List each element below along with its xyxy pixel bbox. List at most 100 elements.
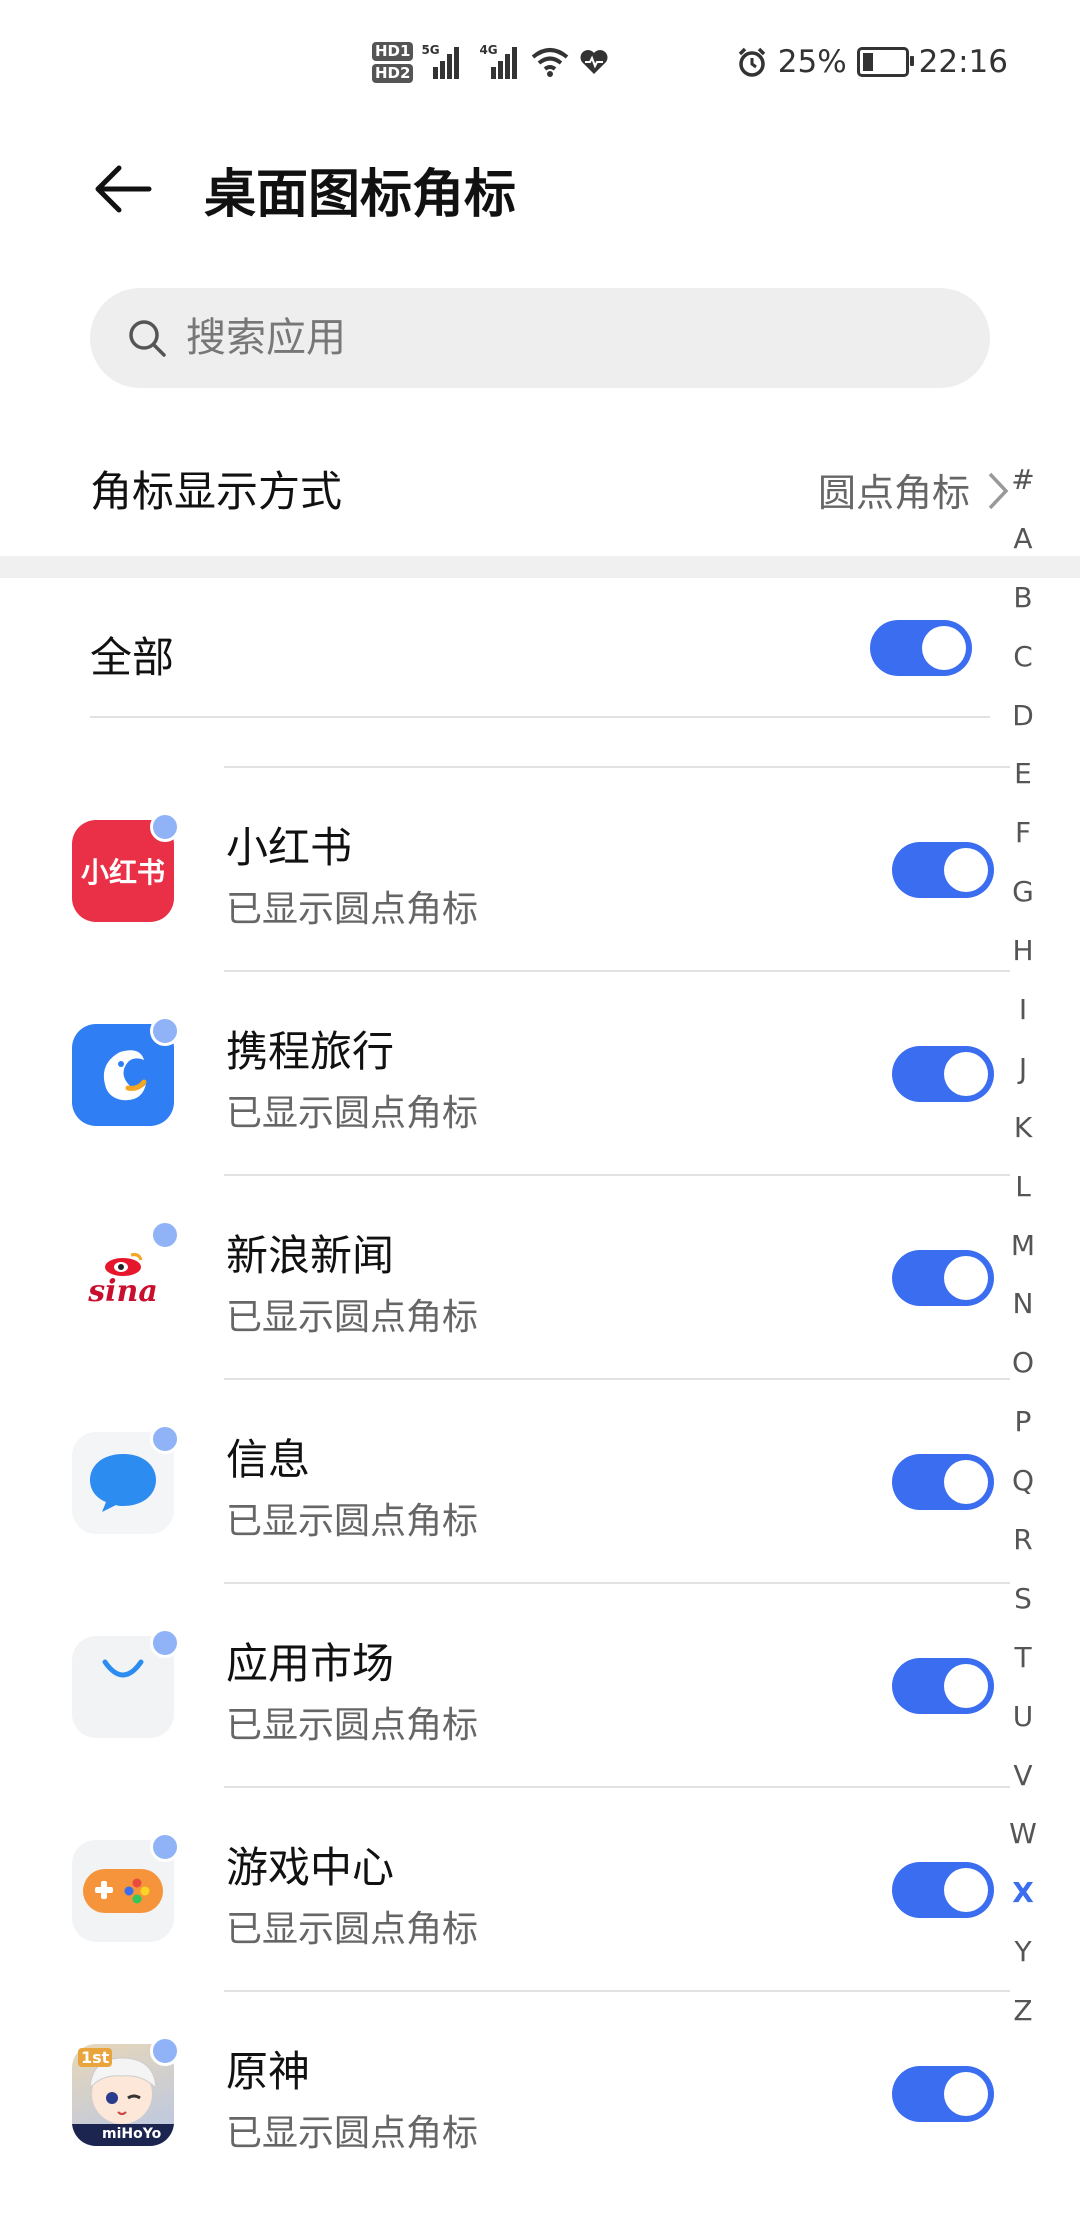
alpha-index-letter[interactable]: V [1000, 1758, 1046, 1817]
app-badge-toggle[interactable] [892, 1250, 994, 1306]
app-row-appgallery[interactable]: 应用市场 已显示圆点角标 [0, 1582, 1010, 1786]
badge-dot [150, 1220, 180, 1250]
xiaohongshu-icon: 小红书 [72, 812, 180, 922]
app-badge-status: 已显示圆点角标 [226, 1705, 479, 1746]
alpha-index-letter[interactable]: X [1000, 1875, 1046, 1934]
app-name: 携程旅行 [226, 1027, 395, 1076]
alpha-index-letter[interactable]: D [1000, 698, 1046, 757]
all-apps-toggle[interactable] [870, 620, 972, 676]
app-badge-status: 已显示圆点角标 [226, 889, 479, 930]
status-bar-left: HD1 HD2 5G 4G [372, 34, 609, 90]
network-type-2: 4G [479, 43, 498, 57]
row-separator [224, 970, 1010, 972]
app-row-game-center[interactable]: 游戏中心 已显示圆点角标 [0, 1786, 1010, 1990]
status-bar-right: 25% 22:16 [736, 38, 1008, 86]
alpha-index-letter[interactable]: # [1000, 462, 1046, 521]
messages-icon [72, 1424, 180, 1534]
alpha-index-letter[interactable]: J [1000, 1051, 1046, 1110]
appgallery-icon [72, 1628, 180, 1738]
badge-dot [150, 2036, 180, 2066]
dolphin-icon [103, 1050, 147, 1101]
genshin-brand-text: miHoYo [102, 2126, 162, 2142]
battery-percent: 25% [777, 44, 847, 80]
chat-bubble-icon [90, 1454, 156, 1512]
xiaohongshu-logo-text: 小红书 [80, 856, 165, 889]
alpha-index-letter[interactable]: O [1000, 1345, 1046, 1404]
app-badge-status: 已显示圆点角标 [226, 1909, 479, 1950]
game-center-icon [72, 1832, 180, 1942]
hd2-indicator: HD2 [372, 63, 414, 83]
row-separator [224, 1582, 1010, 1584]
app-badge-toggle[interactable] [892, 2066, 994, 2122]
badge-dot [150, 1832, 180, 1862]
app-badge-toggle[interactable] [892, 1454, 994, 1510]
app-row-genshin[interactable]: 1st miHoYo 原神 已显示圆点角标 [0, 1990, 1010, 2194]
alpha-index-letter[interactable]: T [1000, 1640, 1046, 1699]
alpha-index-letter[interactable]: F [1000, 815, 1046, 874]
app-badge-toggle[interactable] [892, 1046, 994, 1102]
alpha-index-letter[interactable]: W [1000, 1816, 1046, 1875]
sina-icon: sina [72, 1220, 180, 1330]
badge-mode-row[interactable]: 角标显示方式 圆点角标 [0, 430, 1080, 548]
alpha-index-letter[interactable]: G [1000, 874, 1046, 933]
app-badge-toggle[interactable] [892, 842, 994, 898]
alpha-index-letter[interactable]: Q [1000, 1463, 1046, 1522]
alpha-index-letter[interactable]: K [1000, 1110, 1046, 1169]
all-apps-row: 全部 [0, 580, 1010, 718]
shopping-bag-smile-icon [102, 1659, 144, 1678]
search-input[interactable] [184, 314, 948, 362]
alpha-index-letter[interactable]: N [1000, 1286, 1046, 1345]
app-row-sina[interactable]: sina 新浪新闻 已显示圆点角标 [0, 1174, 1010, 1378]
search-icon [124, 315, 170, 361]
divider [90, 716, 990, 718]
health-heart-icon [580, 50, 608, 74]
signal-5g-icon: 5G [421, 43, 463, 79]
row-separator [224, 1174, 1010, 1176]
alpha-index-letter[interactable]: L [1000, 1169, 1046, 1228]
section-divider [0, 556, 1080, 578]
signal-4g-icon: 4G [479, 43, 521, 79]
app-row-messages[interactable]: 信息 已显示圆点角标 [0, 1378, 1010, 1582]
app-name: 小红书 [226, 823, 353, 872]
row-separator [224, 1786, 1010, 1788]
alpha-index-letter[interactable]: S [1000, 1581, 1046, 1640]
clock: 22:16 [918, 44, 1008, 80]
alpha-index-letter[interactable]: R [1000, 1522, 1046, 1581]
header: 桌面图标角标 [0, 130, 1080, 240]
alpha-index-letter[interactable]: B [1000, 580, 1046, 639]
alpha-index-letter[interactable]: Y [1000, 1934, 1046, 1993]
status-bar: HD1 HD2 5G 4G 25% 22:16 [0, 0, 1080, 130]
app-badge-toggle[interactable] [892, 1862, 994, 1918]
sina-logo-text: sina [88, 1274, 158, 1309]
app-list: 小红书 小红书 已显示圆点角标 携程旅行 已显示圆点角标 sina 新浪新闻 已… [0, 766, 1010, 2194]
badge-dot [150, 1016, 180, 1046]
app-badge-status: 已显示圆点角标 [226, 2113, 479, 2154]
back-arrow-icon [95, 165, 152, 213]
alphabet-index[interactable]: # A B C D E F G H I J K L M N O P Q R S T U V W X Y Z [1000, 462, 1046, 2052]
alpha-index-letter[interactable]: M [1000, 1228, 1046, 1287]
row-separator [224, 766, 1010, 768]
search-bar[interactable] [90, 288, 990, 388]
genshin-badge-text: 1st [78, 2048, 113, 2067]
hd1-indicator: HD1 [372, 41, 414, 61]
genshin-icon: 1st miHoYo [72, 2036, 180, 2146]
alpha-index-letter[interactable]: A [1000, 521, 1046, 580]
alpha-index-letter[interactable]: Z [1000, 1993, 1046, 2052]
alpha-index-letter[interactable]: I [1000, 992, 1046, 1051]
hd-indicators: HD1 HD2 [372, 41, 414, 83]
alpha-index-letter[interactable]: E [1000, 756, 1046, 815]
row-separator [224, 1378, 1010, 1380]
alpha-index-letter[interactable]: P [1000, 1404, 1046, 1463]
gamepad-icon [83, 1869, 163, 1913]
alpha-index-letter[interactable]: U [1000, 1699, 1046, 1758]
badge-mode-value: 圆点角标 [817, 471, 970, 515]
alpha-index-letter[interactable]: H [1000, 933, 1046, 992]
ctrip-icon [72, 1016, 180, 1126]
app-row-xiaohongshu[interactable]: 小红书 小红书 已显示圆点角标 [0, 766, 1010, 970]
back-button[interactable] [88, 154, 158, 224]
app-name: 原神 [226, 2047, 311, 2096]
app-name: 应用市场 [226, 1639, 395, 1688]
alpha-index-letter[interactable]: C [1000, 639, 1046, 698]
app-row-ctrip[interactable]: 携程旅行 已显示圆点角标 [0, 970, 1010, 1174]
app-badge-toggle[interactable] [892, 1658, 994, 1714]
